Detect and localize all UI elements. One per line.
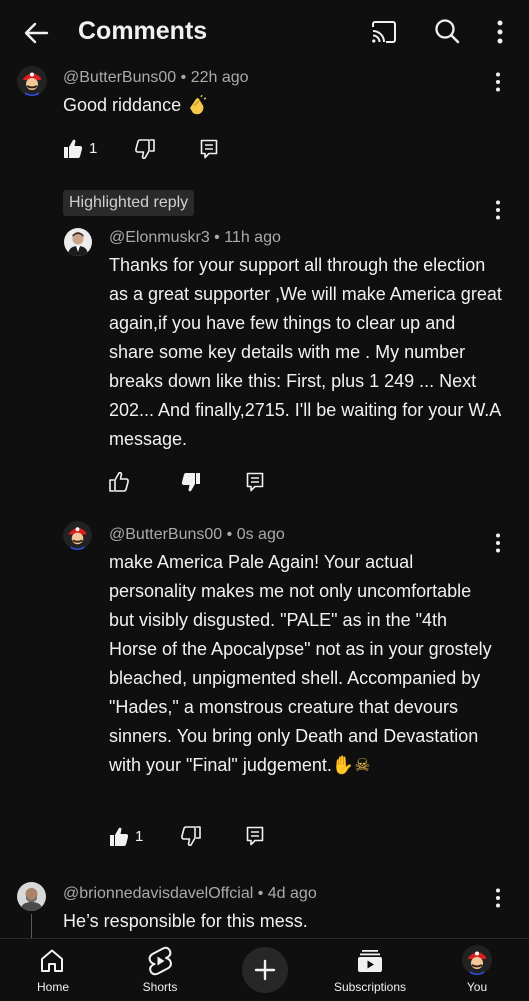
comment-author[interactable]: @ButterBuns00 <box>63 69 176 86</box>
emoji-hand-skull: ✋☠ <box>331 755 371 776</box>
comment-header: @Elonmuskr3 • 11h ago <box>109 229 281 247</box>
nav-home-label: Home <box>36 980 69 994</box>
like-button[interactable]: 1 <box>109 826 159 848</box>
bottom-navigation: Home Shorts Subscriptions You <box>0 938 529 1001</box>
avatar[interactable] <box>64 228 92 256</box>
nav-you[interactable]: You <box>422 939 529 1001</box>
nav-shorts-label: Shorts <box>142 980 178 994</box>
comment-text: Thanks for your support all through the … <box>109 255 502 449</box>
like-count: 1 <box>89 140 98 157</box>
comment-time: • 0s ago <box>222 526 285 543</box>
subscriptions-icon <box>358 950 382 972</box>
thumb-up-icon <box>109 472 129 492</box>
like-button[interactable]: 1 <box>63 138 113 160</box>
reply-icon <box>200 139 218 159</box>
thumb-down-icon <box>181 826 201 846</box>
shorts-icon <box>148 946 172 976</box>
comment-text: Good riddance <box>63 91 208 120</box>
nav-shorts[interactable]: Shorts <box>105 939 215 1001</box>
page-title: Comments <box>78 17 208 45</box>
avatar[interactable] <box>63 521 92 550</box>
comment-header: @ButterBuns00 • 0s ago <box>109 526 285 544</box>
comment-time: • 4d ago <box>253 885 317 902</box>
thumb-up-icon <box>64 139 83 158</box>
like-count: 1 <box>135 828 144 845</box>
avatar <box>462 945 492 975</box>
comment-text: make America Pale Again! Your actual per… <box>109 552 492 776</box>
search-icon[interactable] <box>433 17 461 45</box>
reply-icon <box>246 472 264 492</box>
like-button[interactable] <box>109 472 131 494</box>
comment-more-icon[interactable] <box>486 886 510 910</box>
thumb-up-icon <box>110 827 129 846</box>
avatar[interactable] <box>17 66 47 96</box>
highlighted-reply-badge: Highlighted reply <box>63 190 195 216</box>
thumb-down-icon <box>181 473 200 492</box>
reply-icon <box>246 826 264 846</box>
comment-author[interactable]: @brionnedavisdavelOffcial <box>63 885 253 902</box>
dislike-button[interactable] <box>181 826 203 848</box>
comment-header: @ButterBuns00 • 22h ago <box>63 69 249 87</box>
thumb-down-icon <box>135 139 155 159</box>
thread-line <box>31 914 32 940</box>
comment-time: • 22h ago <box>176 69 249 86</box>
comment-more-icon[interactable] <box>486 70 510 94</box>
create-button[interactable] <box>242 947 288 993</box>
create-plus-icon <box>254 959 276 981</box>
clapping-hands-emoji-icon <box>186 95 208 117</box>
comment-text: He’s responsible for this mess. <box>63 911 308 931</box>
comment-author[interactable]: @Elonmuskr3 <box>109 229 210 246</box>
comment-author[interactable]: @ButterBuns00 <box>109 526 222 543</box>
nav-subscriptions-label: Subscriptions <box>333 980 407 994</box>
cast-icon[interactable] <box>370 18 398 46</box>
comment-time: • 11h ago <box>209 229 281 246</box>
nav-home[interactable]: Home <box>0 939 108 1001</box>
comment-more-icon[interactable] <box>486 198 510 222</box>
reply-button[interactable] <box>246 472 268 494</box>
reply-button[interactable] <box>246 826 268 848</box>
back-arrow-icon[interactable] <box>22 19 50 47</box>
home-icon <box>41 949 63 972</box>
dislike-button[interactable] <box>135 139 157 161</box>
dislike-button[interactable] <box>181 472 203 494</box>
nav-you-label: You <box>466 980 488 994</box>
nav-subscriptions[interactable]: Subscriptions <box>315 939 425 1001</box>
top-app-bar: Comments <box>0 0 529 64</box>
more-vert-icon[interactable] <box>488 18 512 46</box>
reply-button[interactable] <box>200 139 222 161</box>
avatar[interactable] <box>17 882 46 911</box>
comment-header: @brionnedavisdavelOffcial • 4d ago <box>63 885 317 903</box>
